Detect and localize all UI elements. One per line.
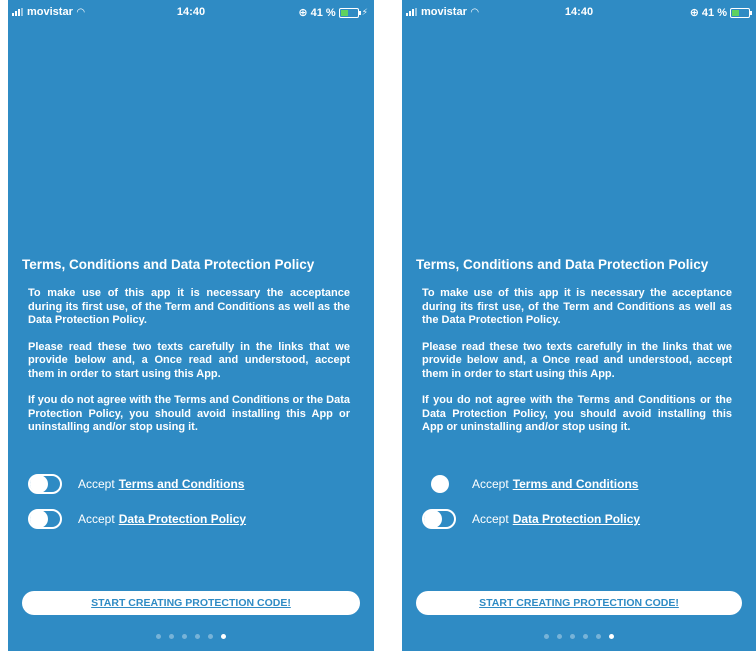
page-dot[interactable] [156,634,161,639]
toggle-knob [30,510,48,528]
page-dot[interactable] [169,634,174,639]
page-dot[interactable] [208,634,213,639]
policy-link[interactable]: Data Protection Policy [119,512,246,526]
terms-paragraph-2: Please read these two texts carefully in… [422,340,732,380]
accept-terms-toggle[interactable] [422,474,456,494]
accept-terms-toggle[interactable] [28,474,62,494]
toggle-knob [424,510,442,528]
accept-policy-toggle[interactable] [422,509,456,529]
accept-label: Accept [472,512,509,526]
terms-paragraph-1: To make use of this app it is necessary … [28,287,350,326]
charging-icon: ⚡ [361,7,368,17]
terms-content: Terms, Conditions and Data Protection Po… [22,257,356,448]
battery-percent: 41 % [310,6,336,19]
accept-terms-row: Accept Terms and Conditions [422,474,638,494]
phone-screen-left: movistar ◠ 14:40 ⊕ 41 % ⚡ Terms, Conditi… [8,0,374,651]
page-dot[interactable] [596,634,601,639]
battery-icon [730,7,752,18]
accept-policy-row: Accept Data Protection Policy [422,509,640,529]
terms-paragraph-3: If you do not agree with the Terms and C… [422,394,732,433]
terms-link[interactable]: Terms and Conditions [513,477,639,491]
accept-label: Accept [78,512,115,526]
terms-link[interactable]: Terms and Conditions [119,477,245,491]
accept-label: Accept [472,477,509,491]
toggle-knob [30,475,48,493]
battery-percent: 41 % [701,6,727,19]
terms-paragraph-3: If you do not agree with the Terms and C… [28,394,350,433]
accept-label: Accept [78,477,115,491]
status-bar: movistar ◠ 14:40 ⊕ 41 % ⚡ [8,0,374,24]
page-dot[interactable] [544,634,549,639]
terms-paragraph-2: Please read these two texts carefully in… [28,340,350,380]
page-indicator [402,634,756,639]
policy-link[interactable]: Data Protection Policy [513,512,640,526]
page-dot-active[interactable] [609,634,614,639]
page-dot[interactable] [557,634,562,639]
page-indicator [8,634,374,639]
page-title: Terms, Conditions and Data Protection Po… [416,257,709,272]
page-dot[interactable] [195,634,200,639]
page-title: Terms, Conditions and Data Protection Po… [22,257,315,272]
rotation-lock-icon: ⊕ [298,7,308,19]
rotation-lock-icon: ⊕ [689,7,699,19]
phone-screen-right: movistar ◠ 14:40 ⊕ 41 % Terms, Condition… [402,0,756,651]
accept-policy-toggle[interactable] [28,509,62,529]
page-dot[interactable] [583,634,588,639]
battery-icon [338,7,361,18]
status-bar: movistar ◠ 14:40 ⊕ 41 % [402,0,756,24]
page-dot[interactable] [570,634,575,639]
page-dot-active[interactable] [221,634,226,639]
toggle-knob [431,475,449,493]
start-creating-button[interactable]: START CREATING PROTECTION CODE! [416,591,742,615]
accept-terms-row: Accept Terms and Conditions [28,474,244,494]
terms-content: Terms, Conditions and Data Protection Po… [416,257,738,448]
terms-paragraph-1: To make use of this app it is necessary … [422,287,732,326]
start-creating-button[interactable]: START CREATING PROTECTION CODE! [22,591,360,615]
accept-policy-row: Accept Data Protection Policy [28,509,246,529]
page-dot[interactable] [182,634,187,639]
